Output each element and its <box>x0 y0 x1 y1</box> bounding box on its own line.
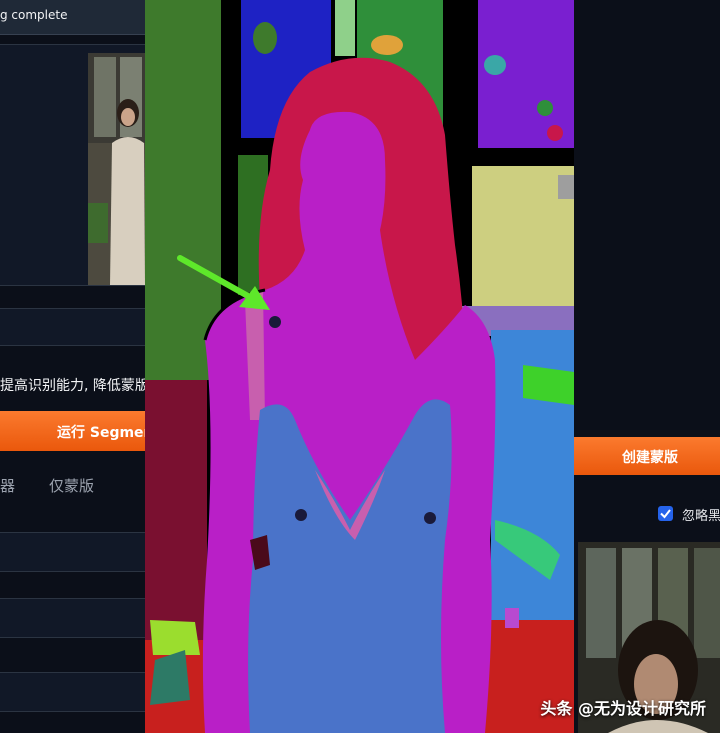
tab-output[interactable]: 器 <box>0 475 15 496</box>
ignore-black-label: 忽略黑 <box>682 509 720 524</box>
left-panel: g complete 提高识别能力, 降低蒙版 运行 Segmen 器 仅蒙版 <box>0 0 145 733</box>
segment-left-green <box>145 0 221 380</box>
segment-dark-red <box>145 380 207 640</box>
checkmark-icon <box>660 509 671 519</box>
output-row-3 <box>0 672 145 712</box>
create-mask-button-label: 创建蒙版 <box>622 450 678 466</box>
run-segment-button-label: 运行 Segmen <box>57 425 145 441</box>
output-row-1 <box>0 532 145 572</box>
right-top-area <box>574 0 719 430</box>
tab-output-label: 器 <box>0 477 16 495</box>
right-panel: 创建蒙版 忽略黑 <box>574 0 720 733</box>
run-segment-button[interactable]: 运行 Segmen <box>0 411 145 451</box>
segment-light-green-strip <box>335 0 355 56</box>
options-row[interactable] <box>0 308 145 346</box>
output-row-2 <box>0 598 145 638</box>
tab-mask-only[interactable]: 仅蒙版 <box>49 475 94 496</box>
watermark-platform: 头条 <box>540 699 573 718</box>
ignore-black-checkbox[interactable] <box>658 506 673 521</box>
input-image-panel[interactable] <box>0 44 145 286</box>
status-bar: g complete <box>0 0 145 35</box>
watermark: 头条 @无为设计研究所 <box>540 695 706 719</box>
status-text: g complete <box>0 8 68 22</box>
mask-option-note: 提高识别能力, 降低蒙版 <box>0 378 145 394</box>
create-mask-button[interactable]: 创建蒙版 <box>574 437 720 475</box>
segmentation-result-image <box>145 0 574 733</box>
tab-mask-only-label: 仅蒙版 <box>49 477 95 495</box>
watermark-author: @无为设计研究所 <box>577 699 706 718</box>
input-image-thumbnail <box>88 53 145 285</box>
